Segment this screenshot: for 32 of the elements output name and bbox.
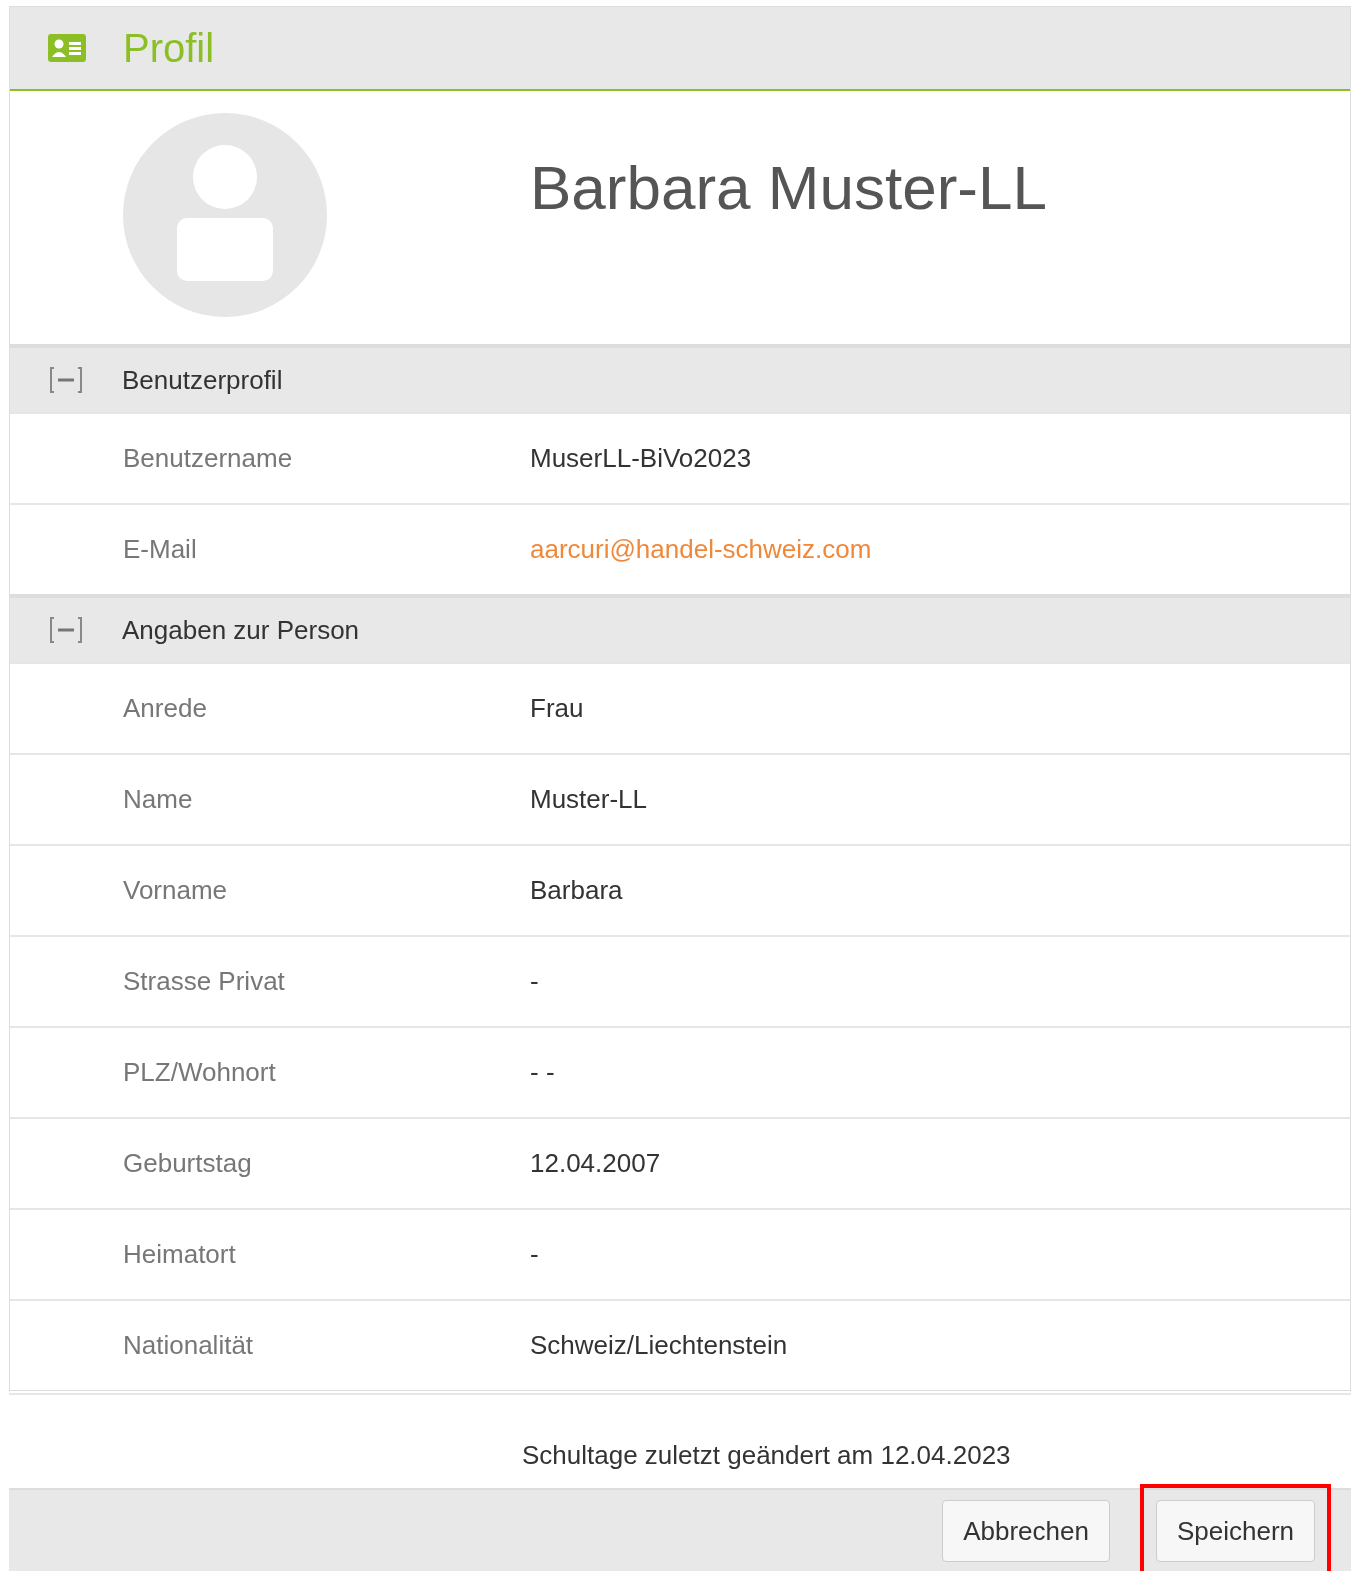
field-label: Vorname xyxy=(123,874,229,907)
section-header[interactable]: Angaben zur Person xyxy=(10,594,1350,662)
page-title: Profil xyxy=(123,25,215,72)
section-header[interactable]: Benutzerprofil xyxy=(10,344,1350,412)
field-label: E-Mail xyxy=(123,533,198,566)
section-title: Angaben zur Person xyxy=(122,613,360,647)
footer-button[interactable]: Abbrechen xyxy=(942,1500,1110,1562)
field-value: MuserLL-BiVo2023 xyxy=(530,442,752,475)
field-value: - xyxy=(530,965,539,998)
last-changed-note: Schultage zuletzt geändert am 12.04.2023 xyxy=(522,1439,1011,1472)
field-label: PLZ/Wohnort xyxy=(123,1056,277,1089)
id-card-icon xyxy=(48,34,86,62)
field-value: Barbara xyxy=(530,874,623,907)
field-value: - - xyxy=(530,1056,555,1089)
field-label: Strasse Privat xyxy=(123,965,286,998)
collapse-icon[interactable] xyxy=(48,616,84,644)
field-label: Heimatort xyxy=(123,1238,237,1271)
profile-name: Barbara Muster-LL xyxy=(530,152,1047,224)
section-title: Benutzerprofil xyxy=(122,363,283,397)
field-label: Nationalität xyxy=(123,1329,255,1362)
field-label: Anrede xyxy=(123,692,208,725)
footer-button[interactable]: Speichern xyxy=(1155,1500,1315,1562)
avatar-placeholder-icon xyxy=(123,113,327,317)
field-value: Schweiz/Liechtenstein xyxy=(530,1329,788,1362)
field-value: Frau xyxy=(530,692,584,725)
field-label: Geburtstag xyxy=(123,1147,253,1180)
field-value: 12.04.2007 xyxy=(530,1147,661,1180)
field-value: Muster-LL xyxy=(530,783,648,816)
collapse-icon[interactable] xyxy=(48,366,84,394)
field-label: Benutzername xyxy=(123,442,294,475)
field-value: - xyxy=(530,1238,539,1271)
field-label: Name xyxy=(123,783,194,816)
